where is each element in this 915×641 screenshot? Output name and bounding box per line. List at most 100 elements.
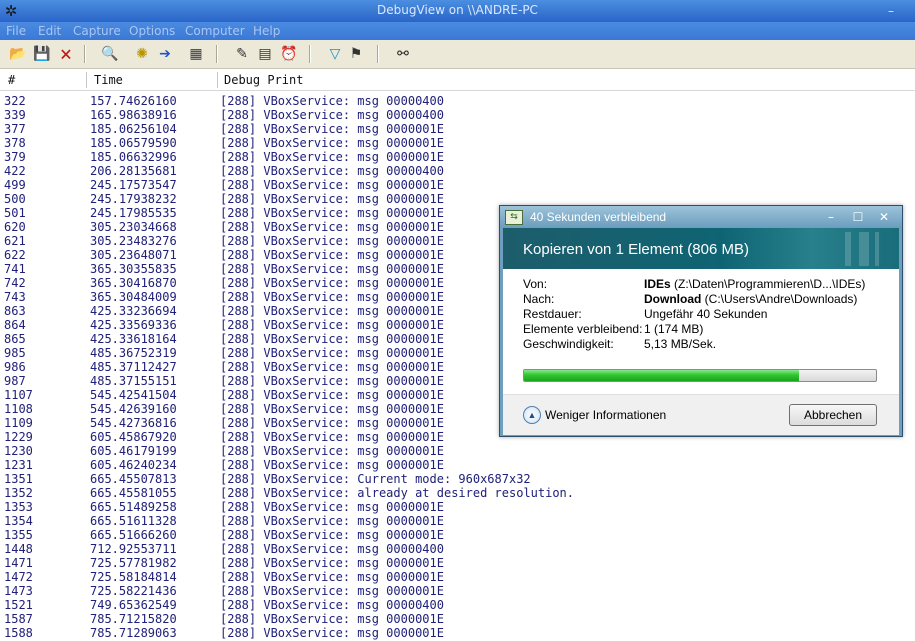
log-row[interactable]: 379 185.06632996 [288] VBoxService: msg 00… [0,150,915,164]
cancel-button[interactable]: Abbrechen [789,404,877,426]
log-message: [288] VBoxService: msg 0000001E [220,304,444,318]
log-message: [288] VBoxService: msg 0000001E [220,318,444,332]
log-number: 1355 [4,528,33,542]
log-row[interactable]: 378 185.06579590 [288] VBoxService: msg 00… [0,136,915,150]
log-message: [288] VBoxService: msg 0000001E [220,458,444,472]
log-row[interactable]: 1230 605.46179199 [288] VBoxService: msg 0… [0,444,915,458]
clear-icon[interactable]: 🗙 [56,44,76,64]
log-number: 1587 [4,612,33,626]
log-number: 1353 [4,500,33,514]
log-message: [288] VBoxService: msg 0000001E [220,416,444,430]
highlight-icon[interactable]: ⚑ [346,44,366,64]
log-message: [288] VBoxService: msg 0000001E [220,556,444,570]
menu-edit[interactable]: Edit [38,24,61,38]
log-message: [288] VBoxService: msg 00000400 [220,108,444,122]
history-icon[interactable]: ✎ [232,44,252,64]
log-number: 422 [4,164,26,178]
log-row[interactable]: 499 245.17573547 [288] VBoxService: msg 00… [0,178,915,192]
log-row[interactable]: 1355 665.51666260 [288] VBoxService: msg 0… [0,528,915,542]
log-row[interactable]: 1472 725.58184814 [288] VBoxService: msg 0… [0,570,915,584]
toolbar-separator [216,45,218,63]
log-time: 785.71289063 [90,626,177,640]
minimize-icon[interactable]: – [823,209,839,225]
log-time: 305.23648071 [90,248,177,262]
log-time: 605.46240234 [90,458,177,472]
copy-progress-dialog: ⇆ 40 Sekunden verbleibend – ☐ ✕ Kopieren… [499,205,903,437]
log-row[interactable]: 1473 725.58221436 [288] VBoxService: msg 0… [0,584,915,598]
log-row[interactable]: 1471 725.57781982 [288] VBoxService: msg 0… [0,556,915,570]
column-divider[interactable] [86,72,87,88]
log-row[interactable]: 1353 665.51489258 [288] VBoxService: msg 0… [0,500,915,514]
close-icon[interactable]: ✕ [876,209,892,225]
log-number: 863 [4,304,26,318]
save-icon[interactable]: 💾 [32,44,52,64]
less-info-label[interactable]: Weniger Informationen [545,408,666,422]
capture-icon[interactable]: ✺ [132,44,152,64]
autoscroll-icon[interactable]: ➔ [155,44,175,64]
properties-icon[interactable]: ▤ [255,44,275,64]
log-time: 425.33236694 [90,304,177,318]
log-number: 378 [4,136,26,150]
menu-options[interactable]: Options [129,24,175,38]
log-row[interactable]: 1351 665.45507813 [288] VBoxService: Curre… [0,472,915,486]
destination-folder-name[interactable]: Download [644,292,701,306]
log-message: [288] VBoxService: msg 0000001E [220,500,444,514]
menu-file[interactable]: File [6,24,26,38]
log-row[interactable]: 422 206.28135681 [288] VBoxService: msg 00… [0,164,915,178]
time-icon[interactable]: ⏰ [279,44,299,64]
log-message: [288] VBoxService: msg 0000001E [220,570,444,584]
log-number: 622 [4,248,26,262]
log-message: [288] VBoxService: msg 0000001E [220,262,444,276]
search-binoculars-icon[interactable]: ⚯ [393,44,413,64]
log-row[interactable]: 1587 785.71215820 [288] VBoxService: msg 0… [0,612,915,626]
decorative-stripe [875,232,879,266]
log-row[interactable]: 322 157.74626160 [288] VBoxService: msg 00… [0,94,915,108]
column-header-debug-print[interactable]: Debug Print [224,73,303,87]
menu-computer[interactable]: Computer [185,24,245,38]
log-row[interactable]: 500 245.17938232 [288] VBoxService: msg 00… [0,192,915,206]
log-number: 1231 [4,458,33,472]
log-time: 185.06256104 [90,122,177,136]
log-row[interactable]: 339 165.98638916 [288] VBoxService: msg 00… [0,108,915,122]
log-number: 743 [4,290,26,304]
log-number: 322 [4,94,26,108]
dialog-details: Von: IDEs (Z:\Daten\Programmieren\D...\I… [503,269,899,394]
log-time: 545.42736816 [90,416,177,430]
menu-help[interactable]: Help [253,24,280,38]
log-time: 545.42639160 [90,402,177,416]
log-number: 339 [4,108,26,122]
chevron-up-icon[interactable]: ▲ [523,406,541,424]
menu-capture[interactable]: Capture [73,24,121,38]
window-title: DebugView on \\ANDRE-PC [377,3,538,17]
detail-label: Geschwindigkeit: [523,337,614,351]
log-message: [288] VBoxService: msg 0000001E [220,122,444,136]
find-icon[interactable]: 🔍 [100,44,120,64]
log-row[interactable]: 1231 605.46240234 [288] VBoxService: msg 0… [0,458,915,472]
log-time: 485.36752319 [90,346,177,360]
log-message: [288] VBoxService: msg 0000001E [220,374,444,388]
log-row[interactable]: 377 185.06256104 [288] VBoxService: msg 00… [0,122,915,136]
less-info-toggle[interactable]: ▲ Weniger Informationen [523,406,666,424]
log-time: 545.42541504 [90,388,177,402]
column-divider[interactable] [217,72,218,88]
dialog-title-bar[interactable]: ⇆ 40 Sekunden verbleibend – ☐ ✕ [500,206,902,228]
log-time: 725.58221436 [90,584,177,598]
source-folder-name[interactable]: IDEs [644,277,671,291]
log-row[interactable]: 1521 749.65362549 [288] VBoxService: msg 0… [0,598,915,612]
detail-label: Restdauer: [523,307,582,321]
capture-kernel-icon[interactable]: ▦ [186,44,206,64]
column-header-time[interactable]: Time [94,73,123,87]
log-number: 1448 [4,542,33,556]
maximize-icon[interactable]: ☐ [850,209,866,225]
log-number: 500 [4,192,26,206]
minimize-icon[interactable]: – [884,4,898,18]
log-message: [288] VBoxService: msg 0000001E [220,360,444,374]
log-row[interactable]: 1352 665.45581055 [288] VBoxService: alrea… [0,486,915,500]
column-header-number[interactable]: # [8,73,15,87]
log-number: 865 [4,332,26,346]
log-row[interactable]: 1448 712.92553711 [288] VBoxService: msg 0… [0,542,915,556]
open-icon[interactable]: 📂 [8,44,28,64]
filter-icon[interactable]: ▽ [325,44,345,64]
log-row[interactable]: 1354 665.51611328 [288] VBoxService: msg 0… [0,514,915,528]
log-row[interactable]: 1588 785.71289063 [288] VBoxService: msg 0… [0,626,915,640]
